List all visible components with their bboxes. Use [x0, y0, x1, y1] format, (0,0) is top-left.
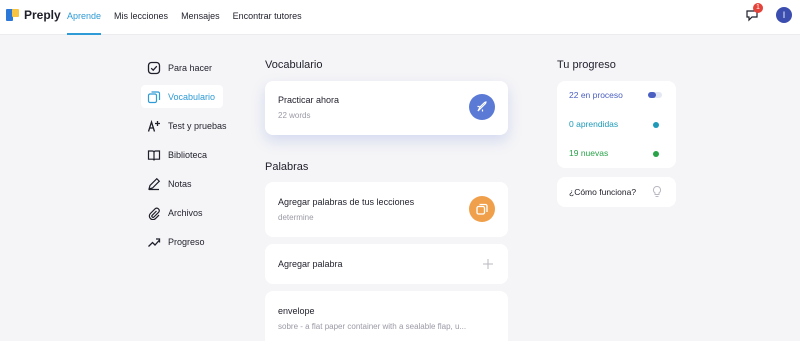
nav-mis-lecciones[interactable]: Mis lecciones	[114, 0, 168, 35]
cards-icon	[147, 90, 161, 103]
sidebar-item-test-y-pruebas[interactable]: Test y pruebas	[141, 114, 241, 137]
main-nav: Aprende Mis lecciones Mensajes Encontrar…	[67, 0, 315, 35]
sidebar-item-archivos[interactable]: Archivos	[141, 201, 241, 224]
sidebar-item-para-hacer[interactable]: Para hacer	[141, 56, 241, 79]
sidebar-item-label: Test y pruebas	[168, 120, 227, 131]
plus-icon[interactable]	[482, 258, 494, 270]
brand-name: Preply	[24, 8, 61, 22]
preply-logo[interactable]: Preply	[6, 8, 61, 22]
add-from-lessons-button[interactable]	[469, 196, 495, 222]
add-word-card[interactable]: Agregar palabra	[265, 244, 508, 284]
paperclip-icon	[148, 207, 160, 220]
new-dot	[653, 151, 659, 157]
sidebar-item-progreso[interactable]: Progreso	[141, 230, 241, 253]
word-entry-definition: sobre - a flat paper container with a se…	[278, 322, 467, 331]
progress-card: 22 en proceso 0 aprendidas 19 nuevas	[557, 81, 676, 168]
add-from-lessons-subtitle: determine	[278, 213, 314, 222]
in-process-count[interactable]: 22 en proceso	[569, 90, 623, 100]
learned-dot	[653, 122, 659, 128]
word-entry-word: envelope	[278, 306, 315, 316]
book-icon	[147, 149, 161, 161]
sidebar-item-label: Archivos	[168, 207, 203, 218]
add-from-lessons-card[interactable]: Agregar palabras de tus lecciones determ…	[265, 182, 508, 237]
learned-count[interactable]: 0 aprendidas	[569, 119, 618, 129]
rocket-icon	[477, 101, 487, 112]
sidebar-item-label: Para hacer	[168, 62, 213, 73]
in-process-bar-fill	[648, 92, 656, 98]
sidebar-item-label: Notas	[168, 178, 192, 189]
how-it-works-card[interactable]: ¿Cómo funciona?	[557, 177, 676, 207]
nav-encontrar-tutores[interactable]: Encontrar tutores	[233, 0, 302, 35]
cards-icon	[476, 203, 488, 215]
add-from-lessons-title: Agregar palabras de tus lecciones	[278, 197, 415, 207]
sidebar-item-vocabulario[interactable]: Vocabulario	[141, 85, 223, 108]
sidebar: Para hacer Vocabulario Test y pruebas Bi…	[141, 56, 241, 259]
practice-button[interactable]	[469, 94, 495, 120]
palabras-heading: Palabras	[265, 161, 309, 173]
vocabulario-heading: Vocabulario	[265, 59, 323, 71]
practice-card[interactable]: Practicar ahora 22 words	[265, 81, 508, 135]
sidebar-item-biblioteca[interactable]: Biblioteca	[141, 143, 241, 166]
trend-up-icon	[148, 237, 161, 247]
progress-heading: Tu progreso	[557, 59, 616, 71]
practice-count: 22 words	[278, 111, 311, 120]
nav-mensajes[interactable]: Mensajes	[181, 0, 220, 35]
pencil-icon	[148, 177, 161, 190]
nav-aprende[interactable]: Aprende	[67, 0, 102, 35]
sidebar-item-label: Progreso	[168, 236, 205, 247]
sidebar-item-label: Biblioteca	[168, 149, 208, 160]
sidebar-item-label: Vocabulario	[168, 91, 216, 102]
in-process-bar	[648, 92, 662, 98]
checkbox-icon	[147, 61, 161, 74]
user-avatar[interactable]: I	[776, 7, 792, 23]
new-count[interactable]: 19 nuevas	[569, 148, 608, 158]
add-word-label: Agregar palabra	[278, 259, 343, 269]
sidebar-item-notas[interactable]: Notas	[141, 172, 241, 195]
word-entry-card[interactable]: envelope sobre - a flat paper container …	[265, 291, 508, 341]
notification-badge: 1	[753, 3, 763, 13]
how-it-works-label: ¿Cómo funciona?	[569, 187, 637, 197]
preply-logo-icon	[6, 8, 20, 22]
practice-title: Practicar ahora	[278, 95, 340, 105]
top-nav-bar: Preply Aprende Mis lecciones Mensajes En…	[0, 0, 800, 35]
lightbulb-icon	[652, 185, 662, 197]
quiz-icon	[147, 119, 160, 132]
